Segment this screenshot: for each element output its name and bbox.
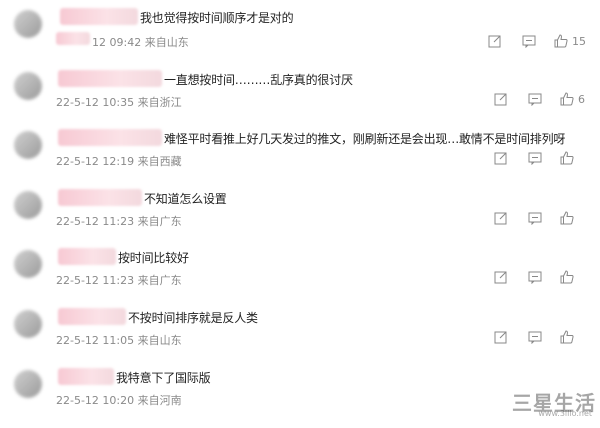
comment-location: 来自浙江	[137, 96, 182, 109]
comment-text: 按时间比较好	[118, 251, 189, 265]
avatar[interactable]	[14, 131, 42, 159]
like-icon	[560, 330, 574, 344]
comment-text: 我也觉得按时间顺序才是对的	[140, 11, 294, 25]
comment-item: 我特意下了国际版 22-5-12 10:20 来自河南	[0, 368, 600, 428]
share-icon[interactable]	[494, 211, 508, 225]
username[interactable]	[58, 368, 114, 385]
like-button[interactable]	[560, 211, 586, 225]
comment-date: 22-5-12 11:05	[56, 334, 135, 347]
comment-icon[interactable]	[528, 211, 542, 225]
like-button[interactable]: 15	[554, 34, 586, 48]
share-icon[interactable]	[488, 34, 502, 48]
comment-meta: 12 09:42 来自山东	[92, 34, 189, 50]
comment-location: 来自广东	[137, 215, 182, 228]
comment-meta: 22-5-12 12:19 来自西藏	[56, 153, 182, 169]
comment-location: 来自西藏	[137, 155, 182, 168]
comment-item: 难怪平时看推上好几天发过的推文，刚刷新还是会出现…敢情不是时间排列呀 22-5-…	[0, 129, 600, 189]
username[interactable]	[58, 129, 162, 146]
comment-location: 来自河南	[137, 394, 182, 407]
comment-date: 12 09:42	[92, 36, 142, 49]
comment-actions	[474, 149, 586, 167]
comment-text: 难怪平时看推上好几天发过的推文，刚刷新还是会出现…敢情不是时间排列呀	[164, 132, 566, 146]
watermark-url: www.3lllo.net	[538, 409, 592, 418]
avatar[interactable]	[14, 10, 42, 38]
comment-meta: 22-5-12 11:05 来自山东	[56, 332, 182, 348]
comment-meta: 22-5-12 11:23 来自广东	[56, 272, 182, 288]
comment-icon[interactable]	[528, 151, 542, 165]
comment-item: 不知道怎么设置 22-5-12 11:23 来自广东	[0, 189, 600, 249]
comment-meta: 22-5-12 11:23 来自广东	[56, 213, 182, 229]
like-button[interactable]	[560, 330, 586, 344]
username[interactable]	[60, 8, 138, 25]
comment-date: 22-5-12 10:35	[56, 96, 135, 109]
comment-actions	[474, 209, 586, 227]
like-button[interactable]	[560, 270, 586, 284]
like-button[interactable]: 6	[560, 92, 586, 106]
comment-icon[interactable]	[528, 270, 542, 284]
comment-location: 来自山东	[137, 334, 182, 347]
avatar[interactable]	[14, 310, 42, 338]
comment-location: 来自广东	[137, 274, 182, 287]
comment-date: 22-5-12 10:20	[56, 394, 135, 407]
username[interactable]	[58, 70, 162, 87]
share-icon[interactable]	[494, 270, 508, 284]
comment-icon[interactable]	[522, 34, 536, 48]
comment-actions	[474, 328, 586, 346]
like-count: 15	[572, 34, 586, 48]
avatar[interactable]	[14, 370, 42, 398]
share-icon[interactable]	[494, 92, 508, 106]
comment-text: 不知道怎么设置	[144, 192, 227, 206]
like-icon	[560, 211, 574, 225]
avatar[interactable]	[14, 72, 42, 100]
meta-blur	[56, 32, 90, 45]
avatar[interactable]	[14, 191, 42, 219]
avatar[interactable]	[14, 250, 42, 278]
comment-item: 一直想按时间………乱序真的很讨厌 22-5-12 10:35 来自浙江 6	[0, 70, 600, 130]
like-count: 6	[578, 92, 585, 106]
like-icon	[560, 270, 574, 284]
comment-date: 22-5-12 11:23	[56, 274, 135, 287]
comment-item: 我也觉得按时间顺序才是对的 12 09:42 来自山东 15	[0, 8, 600, 68]
comment-text: 我特意下了国际版	[116, 371, 211, 385]
comment-item: 按时间比较好 22-5-12 11:23 来自广东	[0, 248, 600, 308]
share-icon[interactable]	[494, 151, 508, 165]
comment-meta: 22-5-12 10:20 来自河南	[56, 392, 182, 408]
comment-date: 22-5-12 11:23	[56, 215, 135, 228]
comment-location: 来自山东	[144, 36, 189, 49]
like-button[interactable]	[560, 151, 586, 165]
comment-date: 22-5-12 12:19	[56, 155, 135, 168]
username[interactable]	[58, 189, 142, 206]
comment-meta: 22-5-12 10:35 来自浙江	[56, 94, 182, 110]
comment-text: 一直想按时间………乱序真的很讨厌	[164, 73, 353, 87]
comment-item: 不按时间排序就是反人类 22-5-12 11:05 来自山东	[0, 308, 600, 368]
like-icon	[560, 151, 574, 165]
comment-icon[interactable]	[528, 330, 542, 344]
username[interactable]	[58, 308, 126, 325]
comment-icon[interactable]	[528, 92, 542, 106]
comment-text: 不按时间排序就是反人类	[128, 311, 258, 325]
comment-actions: 6	[474, 90, 586, 108]
username[interactable]	[58, 248, 116, 265]
comment-actions	[474, 268, 586, 286]
comment-actions: 15	[468, 32, 586, 50]
share-icon[interactable]	[494, 330, 508, 344]
like-icon	[560, 92, 574, 106]
like-icon	[554, 34, 568, 48]
